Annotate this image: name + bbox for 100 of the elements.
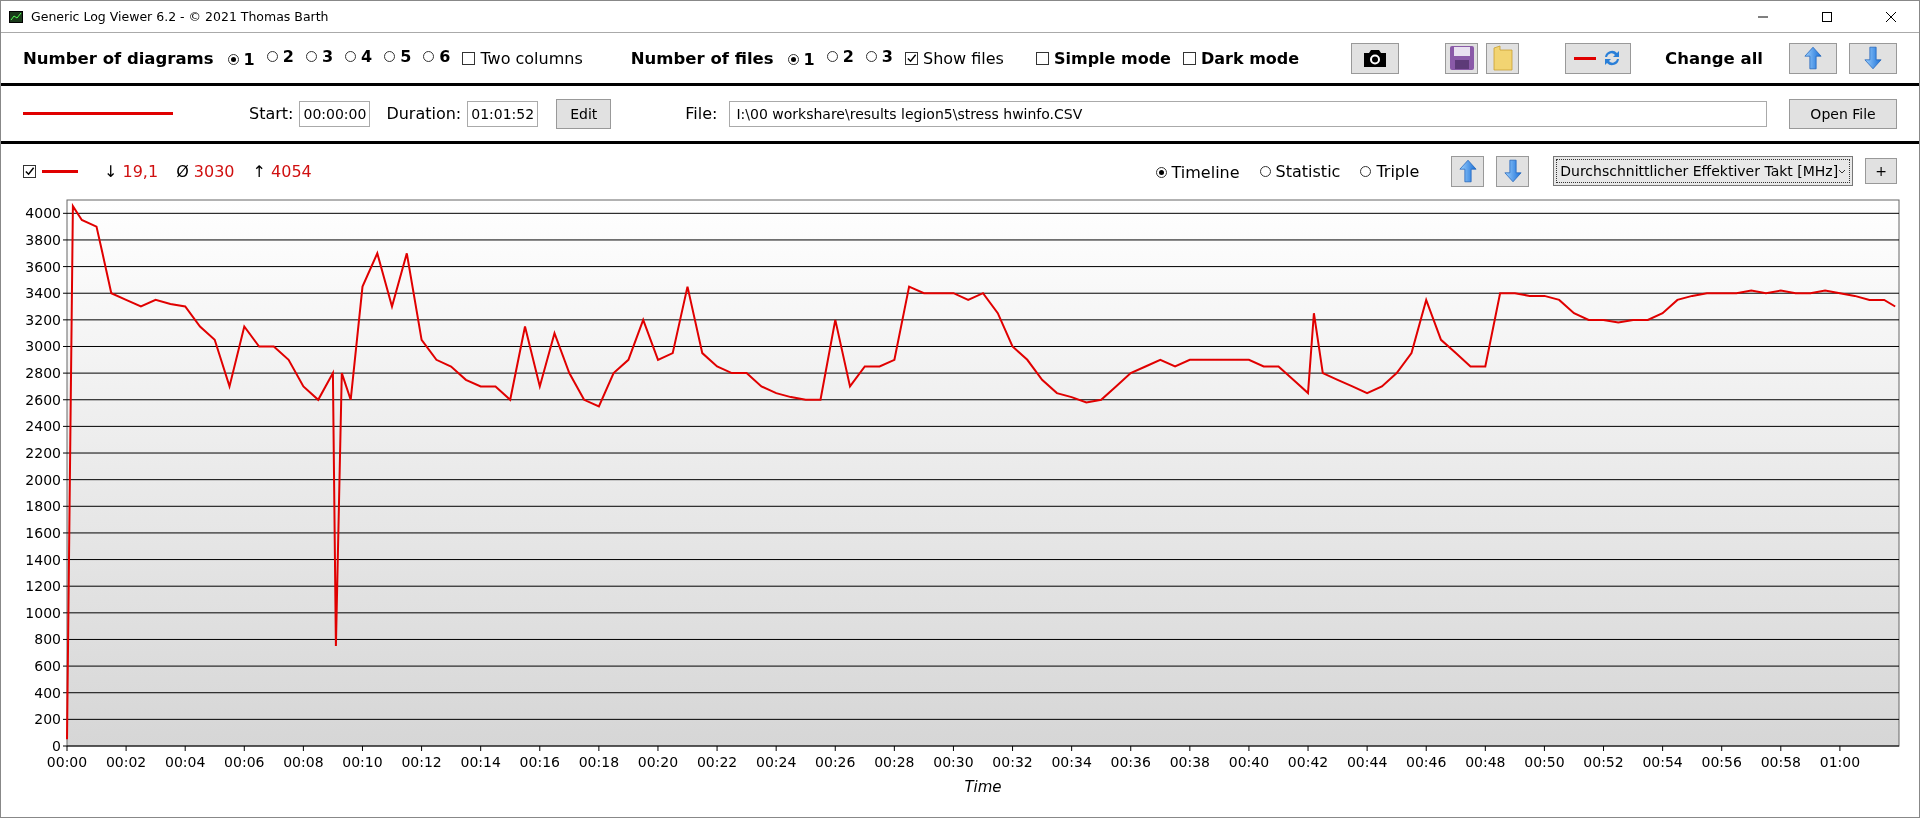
show-files-checkbox[interactable]: Show files: [905, 48, 1004, 68]
y-tick-label: 2600: [25, 391, 61, 408]
x-tick-label: 00:46: [1406, 754, 1447, 770]
y-tick-label: 1000: [25, 604, 61, 621]
x-tick-label: 00:04: [165, 754, 206, 770]
file-count-option[interactable]: 1: [787, 50, 815, 69]
arrow-down-icon: [1864, 46, 1882, 70]
arrow-up-icon: [1458, 159, 1477, 183]
y-tick-label: 1600: [25, 524, 61, 541]
arrow-up-icon: [1804, 46, 1822, 70]
stat-value: ↓ 19,1: [104, 161, 159, 181]
line-refresh-button[interactable]: [1565, 42, 1632, 74]
app-icon: [9, 10, 23, 23]
x-tick-label: 00:28: [874, 754, 915, 770]
checkbox-icon[interactable]: [23, 164, 36, 178]
line-color-swatch[interactable]: [23, 112, 173, 115]
y-tick-label: 3600: [25, 258, 61, 275]
x-tick-label: 00:56: [1701, 754, 1742, 770]
diagram-count-option[interactable]: 1: [227, 50, 255, 69]
x-tick-label: 00:16: [519, 754, 560, 770]
file-path-field[interactable]: I:\00 workshare\results legion5\stress hwinfo.CSV: [729, 100, 1767, 127]
chevron-icon: [1838, 168, 1847, 174]
x-tick-label: 00:24: [756, 754, 797, 770]
x-tick-label: 00:34: [1051, 754, 1092, 770]
x-tick-label: 00:40: [1228, 754, 1270, 770]
arrow-down-icon: [1503, 159, 1522, 183]
x-tick-label: 00:48: [1465, 754, 1506, 770]
y-tick-label: 0: [52, 738, 61, 754]
window-title: Generic Log Viewer 6.2 - © 2021 Thomas Barth: [31, 9, 330, 24]
x-tick-label: 00:14: [460, 754, 501, 770]
duration-label: Duration:: [386, 104, 462, 123]
x-tick-label: 00:38: [1169, 754, 1210, 770]
line-swatch-icon: [1574, 56, 1597, 60]
diagram-count-option[interactable]: 6: [423, 47, 451, 66]
file-count-option[interactable]: 3: [865, 47, 893, 66]
y-tick-label: 2200: [25, 445, 61, 461]
stat-value: ↑ 4054: [252, 161, 312, 181]
y-tick-label: 800: [34, 631, 61, 648]
y-tick-label: 2400: [25, 418, 61, 435]
y-tick-label: 2000: [25, 471, 61, 488]
x-tick-label: 00:20: [637, 754, 679, 770]
y-tick-label: 4000: [25, 205, 61, 222]
y-tick-label: 1400: [25, 551, 61, 568]
diagrams-label: Number of diagrams: [23, 48, 214, 68]
line-color-swatch: [42, 169, 78, 173]
start-label: Start:: [249, 104, 294, 123]
diagram-count-option[interactable]: 3: [305, 47, 333, 66]
x-tick-label: 00:02: [105, 754, 147, 770]
x-tick-label: 00:50: [1524, 754, 1565, 770]
y-tick-label: 3800: [25, 231, 61, 248]
x-axis-title: Time: [964, 778, 1002, 796]
x-tick-label: 00:06: [224, 754, 265, 770]
x-tick-label: 00:32: [992, 754, 1033, 770]
move-up-button[interactable]: [1451, 155, 1485, 187]
file-count-option[interactable]: 2: [826, 47, 854, 66]
y-tick-label: 3000: [25, 338, 61, 355]
x-tick-label: 00:42: [1287, 754, 1329, 770]
two-columns-checkbox[interactable]: Two columns: [462, 48, 583, 68]
move-down-button[interactable]: [1849, 42, 1897, 74]
channel-dropdown[interactable]: Durchschnittlicher Effektiver Takt [MHz]: [1553, 156, 1854, 186]
open-file-button[interactable]: Open File: [1789, 98, 1897, 129]
x-tick-label: 00:08: [283, 754, 324, 770]
x-tick-label: 00:44: [1346, 754, 1388, 770]
y-tick-label: 200: [34, 711, 61, 728]
y-tick-label: 3400: [25, 285, 61, 302]
x-tick-label: 00:10: [342, 754, 383, 770]
change-all-label: Change all: [1665, 48, 1763, 68]
start-field[interactable]: 00:00:00: [299, 100, 371, 127]
stat-value: Ø 3030: [176, 161, 235, 181]
view-mode-option[interactable]: Statistic: [1259, 161, 1341, 181]
diagram-count-option[interactable]: 5: [384, 47, 412, 66]
add-button[interactable]: +: [1865, 158, 1897, 184]
x-tick-label: 00:12: [401, 754, 442, 770]
edit-button[interactable]: Edit: [556, 98, 612, 129]
x-tick-label: 00:30: [933, 754, 974, 770]
move-down-button[interactable]: [1496, 155, 1530, 187]
diagram-count-option[interactable]: 2: [266, 47, 294, 66]
view-mode-option[interactable]: Timeline: [1155, 162, 1240, 182]
simple-mode-checkbox[interactable]: Simple mode: [1035, 48, 1171, 68]
dark-mode-checkbox[interactable]: Dark mode: [1182, 48, 1300, 68]
camera-icon: [1362, 48, 1389, 68]
y-tick-label: 3200: [25, 311, 61, 328]
x-tick-label: 01:00: [1819, 754, 1861, 770]
file-label: File:: [685, 104, 718, 123]
folder-icon: [1491, 45, 1514, 71]
view-mode-option[interactable]: Triple: [1360, 161, 1420, 181]
duration-field[interactable]: 01:01:52: [467, 100, 539, 127]
diagram-count-option[interactable]: 4: [345, 47, 373, 66]
files-label: Number of files: [630, 48, 774, 68]
x-tick-label: 00:54: [1642, 754, 1683, 770]
x-tick-label: 00:00: [46, 754, 88, 770]
save-button[interactable]: [1445, 42, 1479, 74]
folder-button[interactable]: [1486, 42, 1520, 74]
move-up-button[interactable]: [1789, 42, 1837, 74]
y-tick-label: 600: [34, 658, 61, 675]
y-tick-label: 1800: [25, 498, 61, 515]
camera-button[interactable]: [1351, 42, 1400, 74]
x-tick-label: 00:26: [815, 754, 856, 770]
x-tick-label: 00:58: [1760, 754, 1801, 770]
x-tick-label: 00:36: [1110, 754, 1151, 770]
